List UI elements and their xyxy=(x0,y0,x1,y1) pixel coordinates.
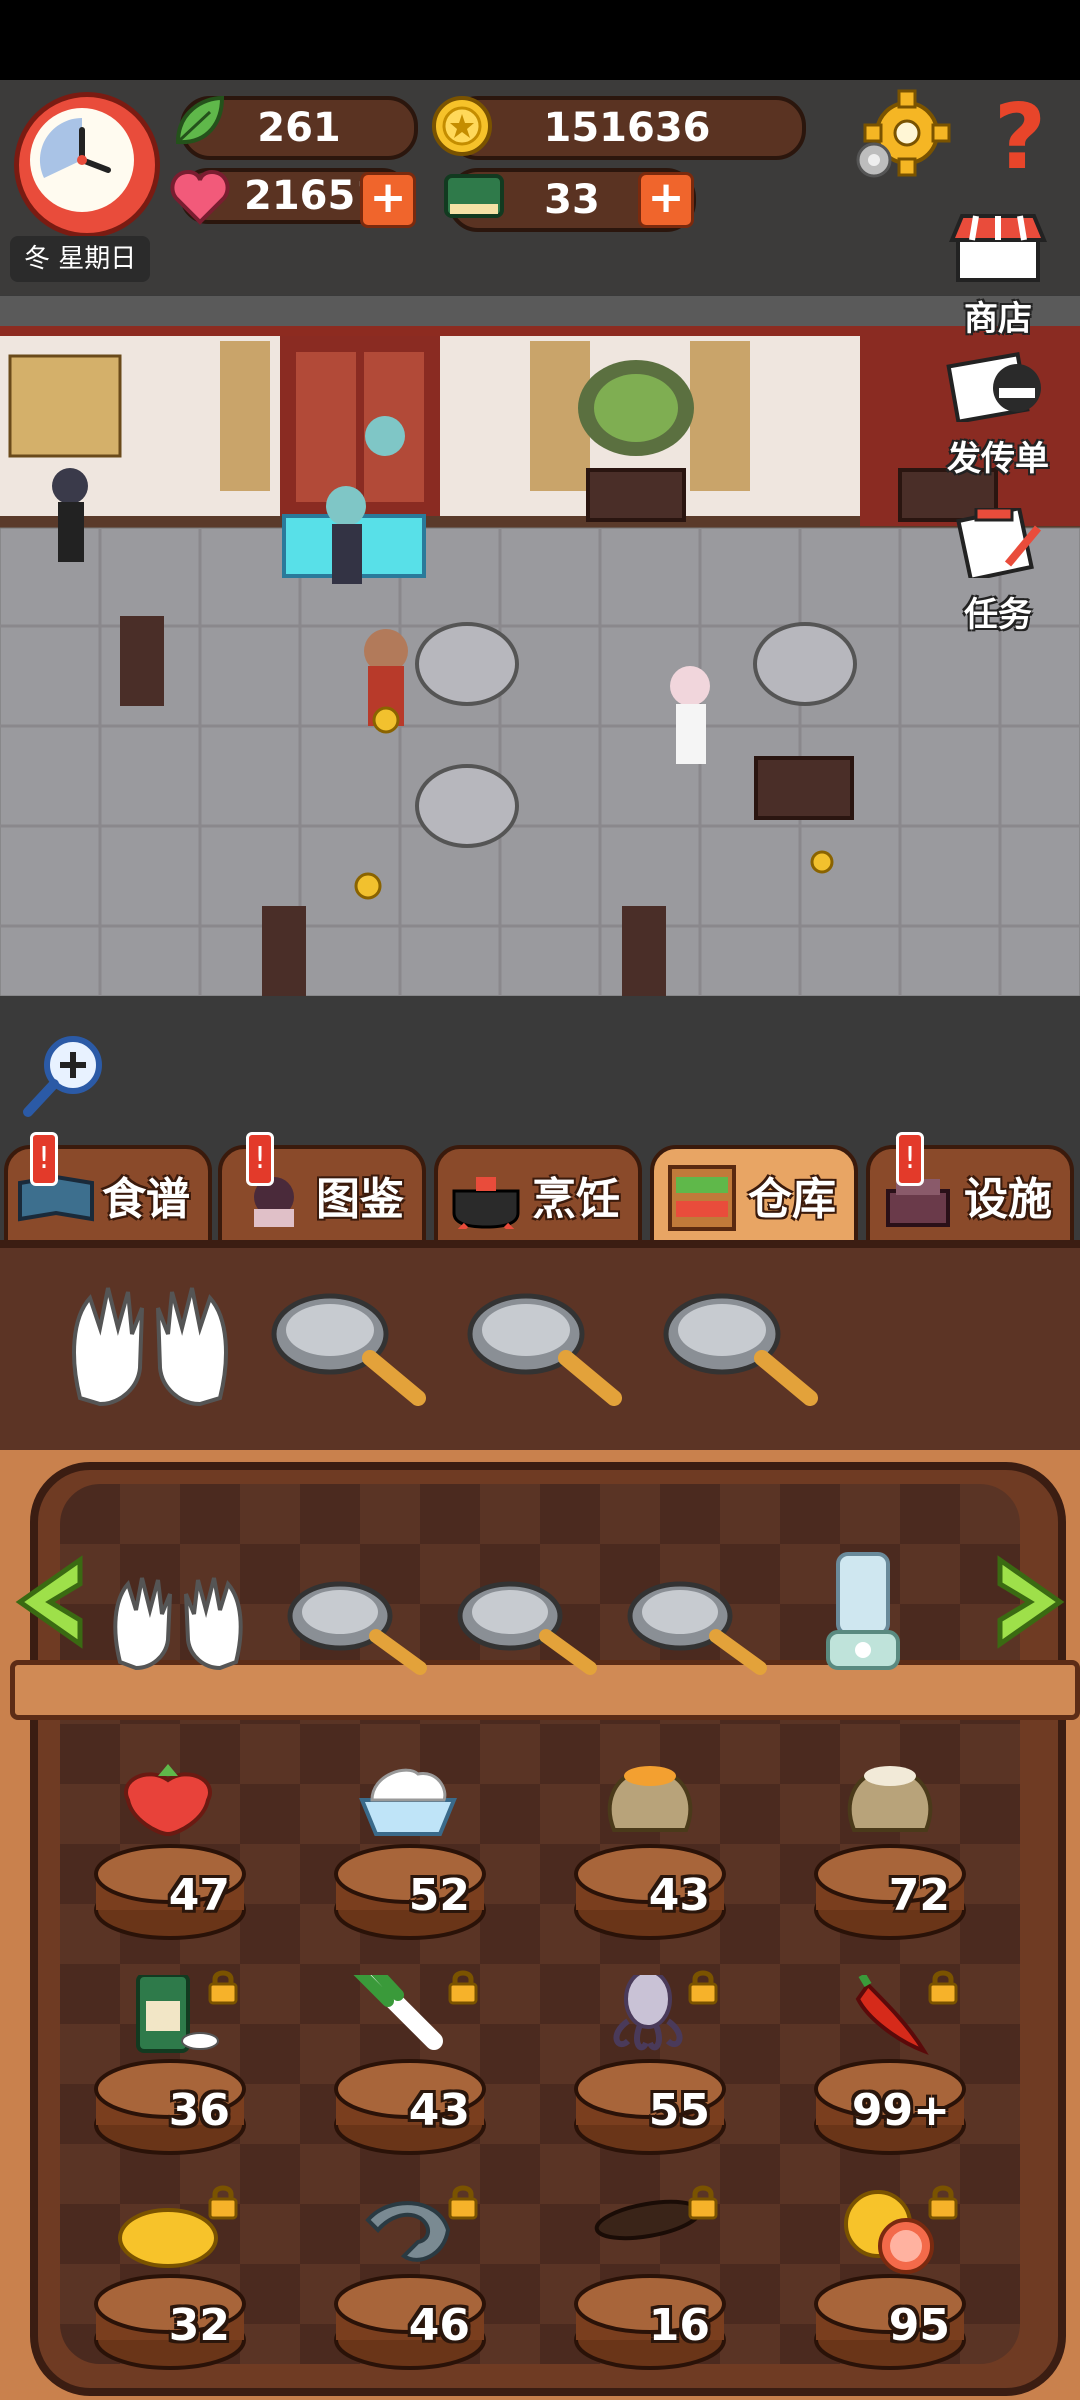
restaurant-scene[interactable] xyxy=(0,296,1080,996)
strawberry-icon xyxy=(124,1764,212,1837)
tab-cooking[interactable]: 烹饪 xyxy=(434,1145,642,1245)
lock-icon xyxy=(206,1969,240,2009)
lock-icon xyxy=(926,1969,960,2009)
clock-face xyxy=(30,108,134,212)
tab-label: 仓库 xyxy=(748,1174,836,1225)
ingredient-quantity: 43 xyxy=(408,2085,470,2136)
ingredient-slot[interactable]: 95 xyxy=(810,2185,1010,2390)
tasks-button[interactable]: 任务 xyxy=(938,505,1058,636)
heart-icon xyxy=(170,169,230,225)
tasks-label: 任务 xyxy=(964,595,1032,635)
lock-icon xyxy=(446,1969,480,2009)
leaf-counter-value: 261 xyxy=(257,105,341,151)
gear-icon[interactable] xyxy=(852,88,952,188)
help-button[interactable]: ? xyxy=(990,88,1050,188)
blender-icon[interactable] xyxy=(826,1552,900,1670)
frying-pan-icon[interactable] xyxy=(663,1293,818,1406)
frying-pan-icon[interactable] xyxy=(457,1581,597,1675)
ingredient-quantity: 36 xyxy=(168,2085,230,2136)
chevron-left-icon[interactable] xyxy=(15,1555,83,1649)
lock-icon xyxy=(206,2184,240,2224)
tool-carousel xyxy=(15,1552,1065,1675)
shop-icon xyxy=(949,214,1047,282)
season-day-label: 冬 星期日 xyxy=(10,236,151,282)
ingredient-slot[interactable]: 43 xyxy=(330,1970,530,2175)
tab-label: 图鉴 xyxy=(316,1174,404,1225)
ingredient-slot[interactable]: 52 xyxy=(330,1760,530,1960)
tab-storage[interactable]: 仓库 xyxy=(650,1145,858,1245)
ingredient-slot[interactable]: 46 xyxy=(330,2185,530,2390)
book-icon xyxy=(444,174,504,218)
ingredient-quantity: 55 xyxy=(648,2085,710,2136)
ingredient-slot[interactable]: 16 xyxy=(570,2185,770,2390)
ingredient-quantity: 16 xyxy=(648,2300,710,2351)
shop-label: 商店 xyxy=(964,299,1032,339)
coin-counter-value: 151636 xyxy=(543,105,711,151)
ingredient-grid: 47 52 43 72 36 43 55 99+ 32 46 16 95 xyxy=(90,1760,990,2370)
ingredient-slot[interactable]: 43 xyxy=(570,1760,770,1960)
zoom-in-icon[interactable] xyxy=(18,1030,108,1120)
book-counter-value: 33 xyxy=(544,177,600,223)
status-bar xyxy=(0,0,1080,80)
gloves-icon[interactable] xyxy=(113,1577,243,1671)
grain-sack-icon xyxy=(607,1766,693,1832)
shop-button[interactable]: 商店 xyxy=(938,212,1058,340)
lock-icon xyxy=(686,1969,720,2009)
ingredient-slot[interactable]: 32 xyxy=(90,2185,290,2390)
frying-pan-icon[interactable] xyxy=(287,1581,427,1675)
chevron-right-icon[interactable] xyxy=(997,1555,1065,1649)
pot-icon xyxy=(452,1177,520,1229)
storage-shelf-icon xyxy=(668,1165,736,1231)
tab-label: 烹饪 xyxy=(532,1174,620,1225)
lock-icon xyxy=(446,2184,480,2224)
flyer-button[interactable]: 发传单 xyxy=(928,352,1068,480)
flour-sack-icon xyxy=(847,1766,933,1832)
ingredient-quantity: 72 xyxy=(888,1870,950,1921)
recipes-alert-badge: ! xyxy=(30,1132,58,1186)
frying-pan-icon[interactable] xyxy=(627,1581,767,1675)
tab-label: 设施 xyxy=(964,1174,1052,1225)
ingredient-slot[interactable]: 99+ xyxy=(810,1970,1010,2175)
frying-pan-icon[interactable] xyxy=(271,1293,426,1406)
ingredient-quantity: 95 xyxy=(888,2300,950,2351)
frying-pan-icon[interactable] xyxy=(467,1293,622,1406)
flyer-icon xyxy=(946,352,1041,424)
coin-icon xyxy=(432,96,492,156)
gloves-icon[interactable] xyxy=(72,1287,228,1407)
tab-label: 食谱 xyxy=(102,1174,190,1225)
add-books-button[interactable]: + xyxy=(638,172,694,228)
add-hearts-button[interactable]: + xyxy=(360,172,416,228)
tasks-icon xyxy=(956,505,1042,583)
ingredient-quantity: 43 xyxy=(648,1870,710,1921)
ingredient-quantity: 47 xyxy=(168,1870,230,1921)
ingredient-slot[interactable]: 36 xyxy=(90,1970,290,2175)
ingredient-quantity: 46 xyxy=(408,2300,470,2351)
flyer-label: 发传单 xyxy=(947,439,1049,479)
ingredient-quantity: 32 xyxy=(168,2300,230,2351)
ingredient-slot[interactable]: 47 xyxy=(90,1760,290,1960)
lock-icon xyxy=(686,2184,720,2224)
lock-icon xyxy=(926,2184,960,2224)
ingredient-quantity: 99+ xyxy=(851,2085,950,2136)
facilities-alert-badge: ! xyxy=(896,1132,924,1186)
cream-icon xyxy=(359,1768,457,1836)
leaf-icon xyxy=(175,95,225,145)
ingredient-slot[interactable]: 72 xyxy=(810,1760,1010,1960)
catalog-alert-badge: ! xyxy=(246,1132,274,1186)
ingredient-slot[interactable]: 55 xyxy=(570,1970,770,2175)
equipped-tools-strip xyxy=(0,1240,1080,1466)
coin-counter: 151636 xyxy=(448,96,806,160)
ingredient-quantity: 52 xyxy=(408,1870,470,1921)
